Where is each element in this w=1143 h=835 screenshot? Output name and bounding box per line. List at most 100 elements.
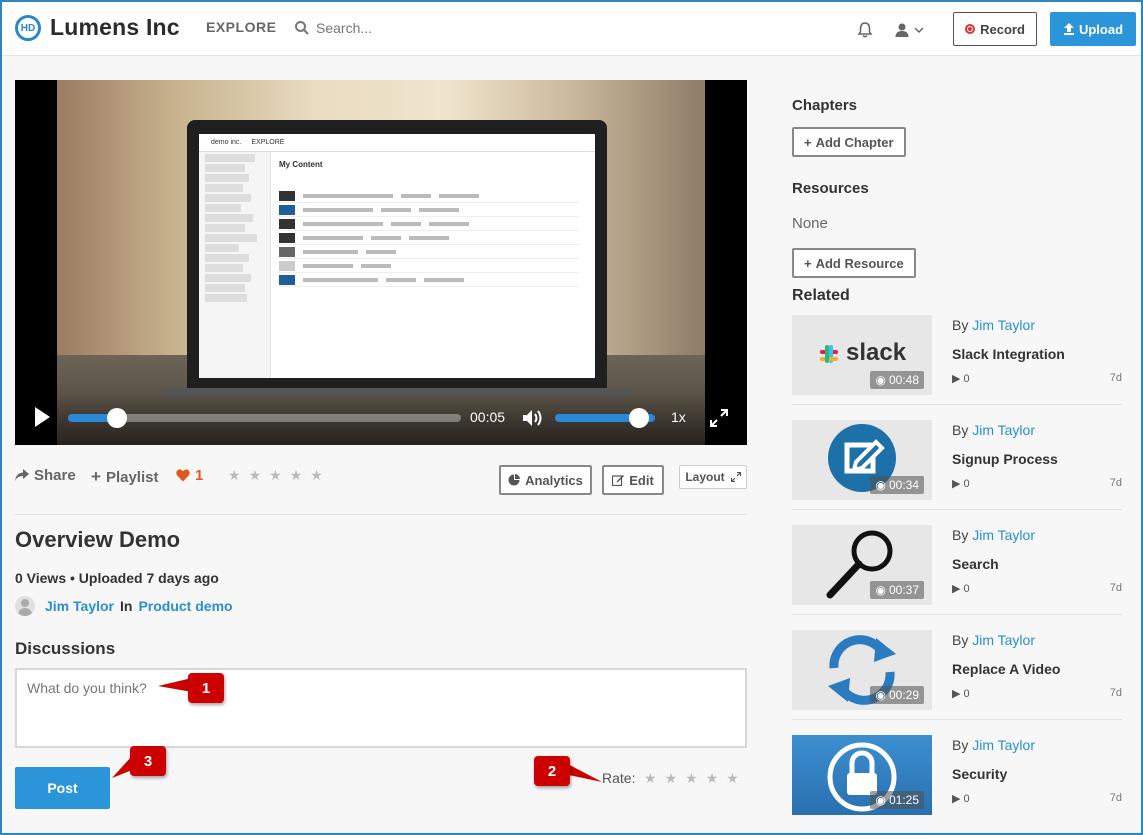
fullscreen-icon[interactable]	[709, 408, 729, 428]
resources-none: None	[792, 215, 828, 232]
user-icon	[895, 23, 909, 37]
duration-badge: ◉ 00:37	[870, 581, 924, 599]
screen-header: demo inc. EXPLORE	[199, 134, 595, 152]
callout-badge-1: 1	[188, 673, 224, 703]
search-input[interactable]	[316, 16, 516, 40]
seek-bar[interactable]	[68, 408, 461, 428]
volume-handle[interactable]	[629, 408, 649, 428]
edit-icon	[612, 475, 625, 486]
category-link[interactable]: Product demo	[138, 598, 232, 614]
author-link[interactable]: Jim Taylor	[972, 632, 1035, 648]
related-heading: Related	[792, 287, 850, 304]
video-player[interactable]: demo inc. EXPLORE My Content 00:05 1x	[15, 80, 747, 445]
comment-input[interactable]	[15, 668, 747, 748]
related-views: ▶ 0	[952, 688, 970, 700]
author-link[interactable]: Jim Taylor	[972, 527, 1035, 543]
like-button[interactable]: 1	[176, 467, 203, 484]
star-icon[interactable]: ★	[665, 770, 678, 787]
related-item[interactable]: ◉ 01:25 By Jim Taylor Security ▶ 0 7d	[792, 735, 1122, 815]
analytics-label: Analytics	[525, 472, 583, 488]
author-link[interactable]: Jim Taylor	[972, 737, 1035, 753]
star-icon[interactable]: ★	[249, 467, 262, 484]
edit-label: Edit	[629, 472, 654, 488]
related-age: 7d	[1109, 687, 1122, 699]
chevron-down-icon	[914, 27, 924, 34]
video-meta: 0 Views • Uploaded 7 days ago	[15, 570, 219, 586]
related-title[interactable]: Replace A Video	[952, 661, 1060, 677]
search-icon	[295, 21, 309, 35]
callout-badge-3: 3	[130, 746, 166, 776]
star-icon[interactable]: ★	[706, 770, 719, 787]
add-resource-button[interactable]: + Add Resource	[792, 248, 916, 278]
star-icon[interactable]: ★	[726, 770, 739, 787]
star-icon[interactable]: ★	[228, 467, 241, 484]
related-title[interactable]: Signup Process	[952, 451, 1058, 467]
playlist-button[interactable]: + Playlist	[91, 467, 158, 487]
comment-rating-stars[interactable]: ★ ★ ★ ★ ★	[644, 770, 739, 787]
plus-icon: +	[91, 467, 101, 486]
duration-text: 00:37	[888, 583, 919, 597]
related-item[interactable]: slack ◉ 00:48 By Jim Taylor Slack Integr…	[792, 315, 1122, 395]
callout-pointer	[158, 678, 192, 692]
star-icon[interactable]: ★	[644, 770, 657, 787]
explore-link[interactable]: EXPLORE	[206, 19, 276, 35]
related-thumbnail[interactable]: ◉ 00:37	[792, 525, 932, 605]
video-rating-stars[interactable]: ★ ★ ★ ★ ★	[228, 467, 323, 484]
top-header: HD Lumens Inc EXPLORE Record Upload	[0, 0, 1143, 56]
star-icon[interactable]: ★	[685, 770, 698, 787]
bell-icon[interactable]	[856, 21, 874, 39]
related-item[interactable]: ◉ 00:29 By Jim Taylor Replace A Video ▶ …	[792, 630, 1122, 710]
clock-icon: ◉	[875, 583, 886, 597]
duration-text: 00:34	[888, 478, 919, 492]
related-thumbnail[interactable]: slack ◉ 00:48	[792, 315, 932, 395]
add-chapter-button[interactable]: + Add Chapter	[792, 127, 906, 157]
owner-link[interactable]: Jim Taylor	[45, 598, 114, 614]
related-title[interactable]: Search	[952, 556, 999, 572]
expand-icon	[730, 472, 741, 482]
related-title[interactable]: Security	[952, 766, 1007, 782]
video-owner: Jim Taylor In Product demo	[15, 596, 233, 616]
logo-icon[interactable]: HD	[15, 15, 41, 41]
duration-text: 00:48	[888, 373, 919, 387]
related-age: 7d	[1109, 372, 1122, 384]
avatar	[15, 596, 35, 616]
laptop-image: demo inc. EXPLORE My Content	[187, 120, 607, 390]
related-thumbnail[interactable]: ◉ 00:34	[792, 420, 932, 500]
upload-button[interactable]: Upload	[1050, 12, 1136, 46]
play-icon[interactable]	[35, 407, 50, 427]
edit-button[interactable]: Edit	[602, 465, 664, 495]
callout-pointer	[564, 762, 602, 782]
related-item[interactable]: ◉ 00:34 By Jim Taylor Signup Process ▶ 0…	[792, 420, 1122, 500]
record-dot-icon	[965, 24, 976, 34]
related-age: 7d	[1109, 582, 1122, 594]
author-link[interactable]: Jim Taylor	[972, 317, 1035, 333]
related-thumbnail[interactable]: ◉ 00:29	[792, 630, 932, 710]
divider	[792, 509, 1122, 510]
star-icon[interactable]: ★	[290, 467, 303, 484]
post-button[interactable]: Post	[15, 767, 110, 809]
upload-icon	[1063, 23, 1074, 35]
volume-icon[interactable]	[522, 408, 544, 428]
screen-logo: demo inc.	[211, 139, 242, 146]
share-button[interactable]: Share	[15, 467, 76, 484]
analytics-button[interactable]: Analytics	[499, 465, 592, 495]
related-thumbnail[interactable]: ◉ 01:25	[792, 735, 932, 815]
upload-label: Upload	[1078, 21, 1124, 37]
related-item[interactable]: ◉ 00:37 By Jim Taylor Search ▶ 0 7d	[792, 525, 1122, 605]
related-views: ▶ 0	[952, 793, 970, 805]
playback-speed[interactable]: 1x	[671, 409, 686, 425]
screen-sidebar	[199, 152, 271, 378]
duration-badge: ◉ 00:34	[870, 476, 924, 494]
star-icon[interactable]: ★	[269, 467, 282, 484]
divider	[15, 514, 747, 515]
related-title[interactable]: Slack Integration	[952, 346, 1065, 362]
brand-name[interactable]: Lumens Inc	[50, 14, 180, 41]
author-link[interactable]: Jim Taylor	[972, 422, 1035, 438]
user-menu[interactable]	[894, 21, 928, 39]
duration-badge: ◉ 01:25	[870, 791, 924, 809]
video-title: Overview Demo	[15, 527, 181, 552]
divider	[792, 614, 1122, 615]
layout-button[interactable]: Layout	[679, 465, 747, 489]
star-icon[interactable]: ★	[310, 467, 323, 484]
record-button[interactable]: Record	[953, 12, 1037, 46]
